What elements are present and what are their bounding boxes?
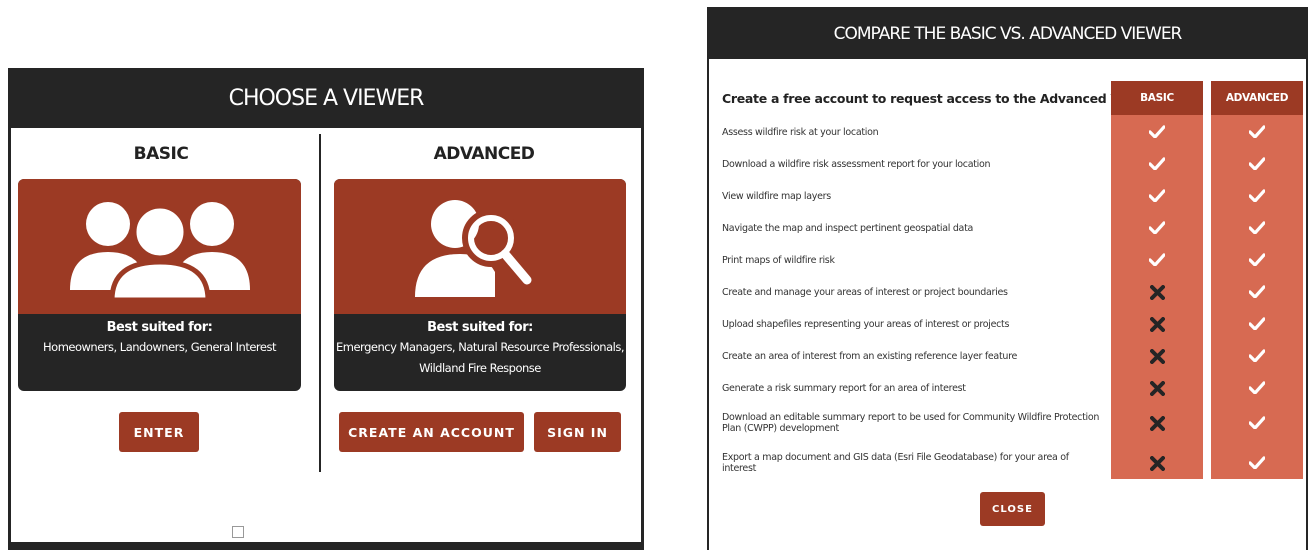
compare-intro: Create a free account to request access …: [722, 91, 1160, 106]
check-icon: [1211, 381, 1303, 394]
feature-row: Assess wildfire risk at your location: [722, 127, 879, 138]
close-button[interactable]: CLOSE: [980, 492, 1045, 526]
check-icon: [1211, 157, 1303, 170]
dont-show-checkbox[interactable]: [232, 526, 245, 538]
feature-row: Download an editable summary report to b…: [722, 412, 1100, 434]
basic-best-suited-label: Best suited for:: [106, 320, 213, 335]
feature-row: View wildfire map layers: [722, 191, 831, 202]
sign-in-button[interactable]: SIGN IN: [534, 412, 621, 452]
check-icon: [1211, 349, 1303, 362]
check-icon: [1211, 253, 1303, 266]
dont-show-again[interactable]: Don't show this window again: [8, 525, 644, 539]
advanced-best-suited-line1: Emergency Managers, Natural Resource Pro…: [336, 340, 624, 354]
advanced-card-caption: Best suited for: Emergency Managers, Nat…: [334, 314, 626, 379]
choose-viewer-title: CHOOSE A VIEWER: [228, 85, 425, 111]
feature-row: Download a wildfire risk assessment repo…: [722, 159, 991, 170]
advanced-best-suited-line2: Wildland Fire Response: [419, 361, 541, 375]
feature-row: Create and manage your areas of interest…: [722, 287, 1008, 298]
check-icon: [1111, 125, 1203, 138]
cross-icon: [1111, 416, 1203, 431]
check-icon: [1111, 189, 1203, 202]
basic-title: BASIC: [133, 144, 189, 164]
feature-row: Generate a risk summary report for an ar…: [722, 383, 966, 394]
feature-row: Print maps of wildfire risk: [722, 255, 835, 266]
basic-card-caption: Best suited for: Homeowners, Landowners,…: [18, 314, 301, 358]
check-icon: [1111, 221, 1203, 234]
basic-card-image: [18, 179, 301, 314]
cross-icon: [1111, 456, 1203, 471]
feature-row: Create an area of interest from an exist…: [722, 351, 1018, 362]
basic-best-suited-for: Homeowners, Landowners, General Interest: [43, 340, 276, 354]
advanced-column-header: ADVANCED: [1211, 81, 1303, 115]
feature-row: Export a map document and GIS data (Esri…: [722, 452, 1069, 474]
cross-icon: [1111, 317, 1203, 332]
advanced-best-suited-label: Best suited for:: [427, 320, 533, 335]
feature-row: Upload shapefiles representing your area…: [722, 319, 1010, 330]
users-group-icon: [69, 201, 250, 302]
check-icon: [1211, 456, 1303, 469]
cross-icon: [1111, 285, 1203, 300]
basic-card: Best suited for: Homeowners, Landowners,…: [18, 179, 301, 391]
learn-more-link[interactable]: Learn More about Basic vs. Advanced ➔: [8, 493, 644, 509]
advanced-card-image: [334, 179, 626, 314]
basic-column-header: BASIC: [1111, 81, 1203, 115]
check-icon: [1211, 221, 1303, 234]
choose-viewer-modal: CHOOSE A VIEWER BASIC Best suited for: H…: [8, 68, 644, 550]
cross-icon: [1111, 381, 1203, 396]
user-search-icon: [415, 199, 532, 297]
advanced-card: Best suited for: Emergency Managers, Nat…: [334, 179, 626, 391]
feature-row: Navigate the map and inspect pertinent g…: [722, 223, 974, 234]
compare-title: COMPARE THE BASIC VS. ADVANCED VIEWER: [709, 9, 1306, 59]
check-icon: [1211, 125, 1303, 138]
create-account-button[interactable]: CREATE AN ACCOUNT: [339, 412, 524, 452]
check-icon: [1211, 317, 1303, 330]
enter-button[interactable]: ENTER: [119, 412, 199, 452]
check-icon: [1211, 416, 1303, 429]
cross-icon: [1111, 349, 1203, 364]
check-icon: [1211, 285, 1303, 298]
dont-show-label: Don't show this window again: [249, 525, 420, 539]
check-icon: [1211, 189, 1303, 202]
column-divider: [319, 134, 321, 472]
advanced-title: ADVANCED: [433, 144, 535, 164]
check-icon: [1111, 253, 1203, 266]
compare-viewer-modal: COMPARE THE BASIC VS. ADVANCED VIEWER Cr…: [707, 7, 1308, 550]
choose-viewer-body: BASIC Best suited for: Homeowners, Lando: [11, 128, 641, 542]
check-icon: [1111, 157, 1203, 170]
